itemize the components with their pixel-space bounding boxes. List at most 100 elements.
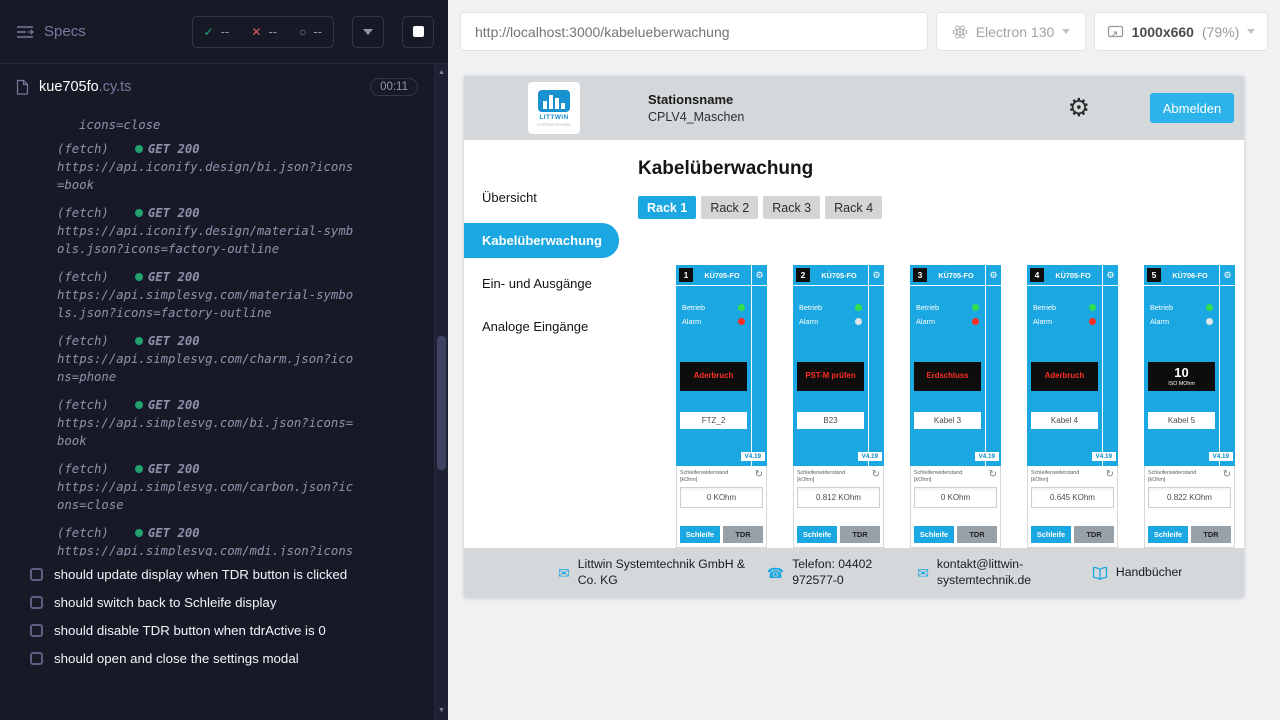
- test-item[interactable]: should switch back to Schleife display: [0, 588, 434, 616]
- card-gear-icon[interactable]: ⚙: [751, 265, 767, 285]
- resistance-value: 0.822 KOhm: [1148, 487, 1231, 508]
- refresh-icon[interactable]: ↻: [1223, 470, 1231, 480]
- device-card-1: 1 KÜ705-FO ⚙ Betrieb Alarm: [676, 265, 767, 548]
- tdr-button[interactable]: TDR: [1191, 526, 1231, 543]
- collapse-runs-button[interactable]: [352, 16, 384, 48]
- schleife-button[interactable]: Schleife: [680, 526, 720, 543]
- betrieb-led: [1206, 304, 1213, 311]
- schleife-button[interactable]: Schleife: [914, 526, 954, 543]
- scroll-up-icon[interactable]: ▲: [435, 66, 448, 80]
- success-dot-icon: [135, 337, 143, 345]
- tab-rack-3[interactable]: Rack 3: [763, 196, 820, 219]
- footer-manuals[interactable]: Handbücher: [1092, 565, 1182, 580]
- log-entry[interactable]: (fetch)GET 200 https://api.simplesvg.com…: [57, 332, 414, 386]
- tdr-button[interactable]: TDR: [957, 526, 997, 543]
- log-prefix: (fetch): [57, 460, 109, 478]
- viewport-select[interactable]: 1000x660 (79%): [1094, 12, 1268, 51]
- log-entry[interactable]: (fetch)GET 200 https://api.simplesvg.com…: [57, 460, 414, 514]
- card-gear-icon[interactable]: ⚙: [1102, 265, 1118, 285]
- card-gear-icon[interactable]: ⚙: [985, 265, 1001, 285]
- app-footer: ✉ Littwin Systemtechnik GmbH & Co. KG ☎ …: [464, 548, 1244, 597]
- refresh-icon[interactable]: ↻: [989, 470, 997, 480]
- status-display: Aderbruch: [680, 362, 747, 391]
- footer-email[interactable]: ✉ kontakt@littwin-systemtechnik.de: [917, 557, 1075, 588]
- stop-button[interactable]: [402, 16, 434, 48]
- spec-name[interactable]: kue705fo.cy.ts: [39, 78, 131, 96]
- tab-rack-4[interactable]: Rack 4: [825, 196, 882, 219]
- refresh-icon[interactable]: ↻: [872, 470, 880, 480]
- cypress-sidebar: Specs ✓-- ✕-- ○-- kue705fo.cy.ts 00:11 i…: [0, 0, 448, 720]
- card-gear-icon[interactable]: ⚙: [868, 265, 884, 285]
- specs-menu-icon[interactable]: [16, 25, 34, 39]
- scroll-down-icon[interactable]: ▼: [435, 704, 448, 718]
- betrieb-led: [1089, 304, 1096, 311]
- app-sidebar: Übersicht Kabelüberwachung Ein- und Ausg…: [464, 140, 619, 548]
- test-item[interactable]: should update display when TDR button is…: [0, 560, 434, 588]
- betrieb-led: [738, 304, 745, 311]
- device-card-4: 4 KÜ705-FO ⚙ Betrieb Alarm: [1027, 265, 1118, 548]
- alarm-label: Alarm: [799, 317, 818, 326]
- test-item[interactable]: should open and close the settings modal: [0, 644, 434, 672]
- tdr-button[interactable]: TDR: [723, 526, 763, 543]
- log-entry[interactable]: (fetch)GET 200 https://api.simplesvg.com…: [57, 524, 414, 556]
- log-url: https://api.simplesvg.com/charm.json?ico…: [57, 350, 357, 386]
- tdr-button[interactable]: TDR: [1074, 526, 1114, 543]
- cable-name-field[interactable]: Kabel 4: [1031, 412, 1098, 429]
- email-icon: ✉: [917, 566, 929, 580]
- log-line-continuation[interactable]: icons=close: [79, 116, 414, 134]
- card-model: KÜ705-FO: [1044, 271, 1102, 280]
- cable-name-field[interactable]: FTZ_2: [680, 412, 747, 429]
- schleife-button[interactable]: Schleife: [1148, 526, 1188, 543]
- log-entry[interactable]: (fetch)GET 200 https://api.iconify.desig…: [57, 204, 414, 258]
- tab-rack-2[interactable]: Rack 2: [701, 196, 758, 219]
- test-list: should update display when TDR button is…: [0, 556, 434, 672]
- browser-select[interactable]: Electron 130: [936, 12, 1086, 51]
- card-gear-icon[interactable]: ⚙: [1219, 265, 1235, 285]
- cable-name-field[interactable]: Kabel 5: [1148, 412, 1215, 429]
- cable-name-field[interactable]: B23: [797, 412, 864, 429]
- status-display: Erdschluss: [914, 362, 981, 391]
- tab-rack-1[interactable]: Rack 1: [638, 196, 696, 219]
- pending-icon: ○: [299, 25, 306, 39]
- sidebar-item-kabelueberwachung[interactable]: Kabelüberwachung: [464, 223, 619, 258]
- alarm-led: [855, 318, 862, 325]
- book-icon: [1092, 566, 1108, 580]
- test-stats: ✓-- ✕-- ○--: [192, 16, 334, 48]
- status-display: Aderbruch: [1031, 362, 1098, 391]
- success-dot-icon: [135, 465, 143, 473]
- url-input[interactable]: [460, 12, 928, 51]
- sidebar-item-uebersicht[interactable]: Übersicht: [464, 180, 619, 215]
- rack-tabs: Rack 1 Rack 2 Rack 3 Rack 4: [638, 196, 1244, 219]
- log-entry[interactable]: (fetch)GET 200 https://api.iconify.desig…: [57, 140, 414, 194]
- scrollbar-thumb[interactable]: [437, 336, 446, 470]
- schleife-button[interactable]: Schleife: [797, 526, 837, 543]
- panel-scrollbar[interactable]: ▲ ▼: [434, 64, 448, 720]
- kabelueberwachung-app: LITTWIN SYSTEMTECHNIK Stationsname CPLV4…: [464, 76, 1244, 597]
- electron-icon: [952, 24, 968, 40]
- betrieb-label: Betrieb: [1033, 303, 1056, 312]
- settings-gear-icon[interactable]: ⚙: [1068, 96, 1090, 121]
- sidebar-item-analoge-eingaenge[interactable]: Analoge Eingänge: [464, 309, 619, 344]
- device-card-3: 3 KÜ705-FO ⚙ Betrieb Alarm: [910, 265, 1001, 548]
- log-url: https://api.simplesvg.com/material-symbo…: [57, 286, 357, 322]
- test-item[interactable]: should disable TDR button when tdrActive…: [0, 616, 434, 644]
- refresh-icon[interactable]: ↻: [755, 470, 763, 480]
- log-entry[interactable]: (fetch)GET 200 https://api.simplesvg.com…: [57, 396, 414, 450]
- logout-button[interactable]: Abmelden: [1150, 93, 1234, 123]
- cable-name-field[interactable]: Kabel 3: [914, 412, 981, 429]
- sidebar-item-ein-und-ausgaenge[interactable]: Ein- und Ausgänge: [464, 266, 619, 301]
- resistance-label: Schleifenwiderstand [kOhm]: [1031, 470, 1089, 484]
- log-entry[interactable]: (fetch)GET 200 https://api.simplesvg.com…: [57, 268, 414, 322]
- firmware-version: V4.19: [1209, 452, 1233, 461]
- card-number: 1: [679, 268, 693, 282]
- resistance-value: 0 KOhm: [680, 487, 763, 508]
- schleife-button[interactable]: Schleife: [1031, 526, 1071, 543]
- resistance-value: 0 KOhm: [914, 487, 997, 508]
- tdr-button[interactable]: TDR: [840, 526, 880, 543]
- resistance-label: Schleifenwiderstand [kOhm]: [797, 470, 855, 484]
- card-number: 4: [1030, 268, 1044, 282]
- refresh-icon[interactable]: ↻: [1106, 470, 1114, 480]
- viewport-size: 1000x660: [1132, 24, 1194, 40]
- firmware-version: V4.19: [975, 452, 999, 461]
- log-status: GET 200: [135, 460, 200, 478]
